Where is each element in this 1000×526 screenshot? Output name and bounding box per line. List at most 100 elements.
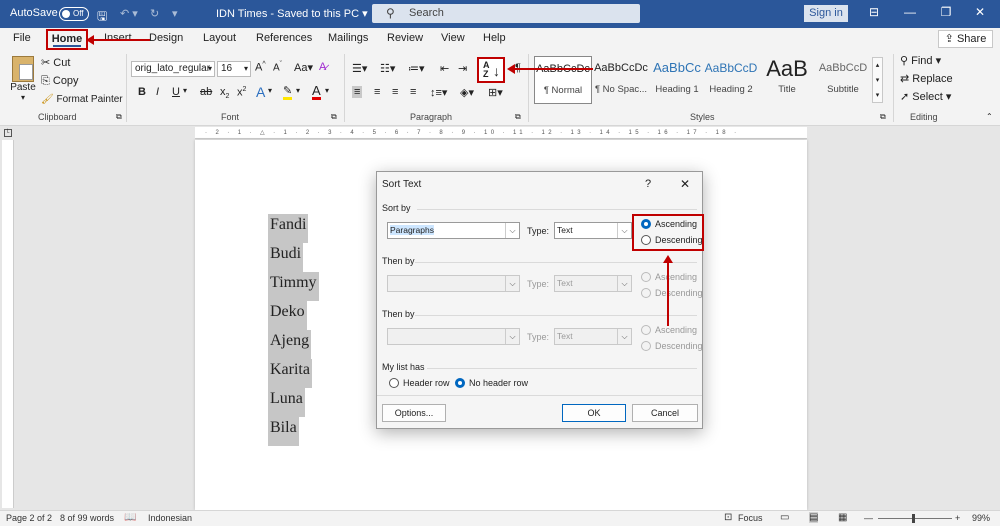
document-title[interactable]: IDN Times - Saved to this PC ▾ <box>216 7 368 20</box>
tab-file[interactable]: File <box>13 32 31 44</box>
no-header-row-radio[interactable] <box>455 378 465 388</box>
grow-font-icon[interactable]: A^ <box>255 61 266 74</box>
zoom-level[interactable]: 99% <box>972 513 990 523</box>
tab-help[interactable]: Help <box>483 32 506 44</box>
minimize-icon[interactable]: — <box>900 5 920 19</box>
read-mode-icon[interactable]: ▭ <box>780 512 789 523</box>
clipboard-launcher-icon[interactable]: ⧉ <box>116 112 122 122</box>
change-case-icon[interactable]: Aa▾ <box>294 61 313 74</box>
clear-formatting-icon[interactable]: A̷ <box>319 61 326 73</box>
paste-button[interactable]: Paste ▾ <box>9 56 37 102</box>
tab-references[interactable]: References <box>256 32 312 44</box>
web-layout-icon[interactable]: ▦ <box>838 512 847 523</box>
autosave-toggle[interactable]: Off <box>59 7 89 21</box>
select-button[interactable]: ➚ Select ▾ <box>900 90 951 103</box>
list-item[interactable]: Budi <box>268 243 304 272</box>
bold-icon[interactable]: B <box>138 86 146 98</box>
maximize-icon[interactable]: ❐ <box>936 5 956 19</box>
superscript-icon[interactable]: x2 <box>237 86 246 99</box>
tab-insert[interactable]: Insert <box>104 32 132 44</box>
then-by-ascending-radio[interactable] <box>641 272 651 282</box>
save-icon[interactable]: 🖫 <box>97 7 107 28</box>
type-select[interactable]: Text ⌵ <box>554 222 632 239</box>
list-item[interactable]: Timmy <box>268 272 319 301</box>
list-item[interactable]: Karita <box>268 359 312 388</box>
align-left-icon[interactable]: ≡ <box>352 86 363 98</box>
help-icon[interactable]: ? <box>645 178 651 190</box>
tab-view[interactable]: View <box>441 32 465 44</box>
proofing-icon[interactable]: 📖 <box>124 512 136 523</box>
text-effects-icon[interactable]: A <box>256 84 265 100</box>
undo-icon[interactable]: ↶ ▾ <box>120 7 138 20</box>
find-button[interactable]: ⚲ Find ▾ <box>900 54 941 67</box>
cut-button[interactable]: ✂ Cut <box>41 56 70 69</box>
zoom-slider-thumb[interactable] <box>912 514 915 523</box>
focus-label[interactable]: Focus <box>738 513 763 523</box>
then-by-type-select-2[interactable]: Text ⌵ <box>554 328 632 345</box>
redo-icon[interactable]: ↻ <box>150 7 159 20</box>
tab-mailings[interactable]: Mailings <box>328 32 368 44</box>
ribbon-display-icon[interactable]: ⊟ <box>864 5 884 19</box>
zoom-slider[interactable] <box>878 518 952 519</box>
style-subtitle[interactable]: AaBbCcD Subtitle <box>814 56 872 104</box>
font-color-icon[interactable]: A <box>312 84 321 100</box>
bullets-icon[interactable]: ☰▾ <box>352 62 367 75</box>
align-center-icon[interactable]: ≡ <box>374 86 380 98</box>
customize-icon[interactable]: ▾ <box>172 7 178 20</box>
then-by-descending-radio[interactable] <box>641 288 651 298</box>
italic-icon[interactable]: I <box>156 86 159 98</box>
list-item[interactable]: Luna <box>268 388 305 417</box>
then-by-descending-radio-2[interactable] <box>641 341 651 351</box>
highlight-icon[interactable]: ✎ <box>283 86 293 100</box>
close-icon[interactable]: ✕ <box>680 177 690 191</box>
subscript-icon[interactable]: x2 <box>220 86 229 100</box>
share-button[interactable]: ⇪ Share <box>938 30 993 48</box>
collapse-ribbon-icon[interactable]: ⌃ <box>986 112 993 121</box>
tab-layout[interactable]: Layout <box>203 32 236 44</box>
then-by-select-2[interactable]: ⌵ <box>387 328 520 345</box>
close-icon[interactable]: ✕ <box>970 5 990 19</box>
zoom-out-icon[interactable]: — <box>864 513 873 523</box>
style-heading-1[interactable]: AaBbCc Heading 1 <box>648 56 706 104</box>
horizontal-ruler[interactable]: · 2 · 1 · △ · 1 · 2 · 3 · 4 · 5 · 6 · 7 … <box>195 127 807 139</box>
font-size-box[interactable]: 16 ▾ <box>217 61 251 77</box>
decrease-indent-icon[interactable]: ⇤ <box>440 62 449 75</box>
style-heading-2[interactable]: AaBbCcD Heading 2 <box>702 56 760 104</box>
copy-button[interactable]: ⎘ Copy <box>41 75 79 88</box>
options-button[interactable]: Options... <box>382 404 446 422</box>
sort-button[interactable]: AZ ↓ <box>477 57 505 83</box>
ok-button[interactable]: OK <box>562 404 626 422</box>
search-box[interactable]: ⚲ Search <box>372 4 640 23</box>
replace-button[interactable]: ⇄ Replace <box>900 72 953 85</box>
print-layout-icon[interactable]: ▤ <box>809 512 819 523</box>
font-launcher-icon[interactable]: ⧉ <box>331 112 337 122</box>
tab-home[interactable]: Home <box>46 29 88 50</box>
vertical-ruler[interactable] <box>2 140 14 508</box>
styles-launcher-icon[interactable]: ⧉ <box>880 112 886 122</box>
list-item[interactable]: Fandi <box>268 214 309 243</box>
justify-icon[interactable]: ≡ <box>410 86 416 98</box>
style-normal[interactable]: AaBbCcDc¶ Normal <box>534 56 592 104</box>
then-by-type-select[interactable]: Text ⌵ <box>554 275 632 292</box>
multilevel-list-icon[interactable]: ≔▾ <box>408 62 425 75</box>
cancel-button[interactable]: Cancel <box>632 404 698 422</box>
strikethrough-icon[interactable]: ab <box>200 86 212 98</box>
header-row-radio[interactable] <box>389 378 399 388</box>
tab-design[interactable]: Design <box>149 32 183 44</box>
list-item[interactable]: Ajeng <box>268 330 312 359</box>
increase-indent-icon[interactable]: ⇥ <box>458 62 467 75</box>
tab-review[interactable]: Review <box>387 32 423 44</box>
zoom-in-icon[interactable]: + <box>955 513 960 523</box>
style-title[interactable]: AaB Title <box>758 56 816 104</box>
shading-icon[interactable]: ◈▾ <box>460 86 474 99</box>
list-item[interactable]: Deko <box>268 301 307 330</box>
word-count[interactable]: 8 of 99 words <box>60 513 114 523</box>
then-by-select[interactable]: ⌵ <box>387 275 520 292</box>
styles-scroll[interactable]: ▴ ▾ ▾ <box>872 57 883 103</box>
focus-icon[interactable]: ⊡ <box>724 512 732 523</box>
list-item[interactable]: Bila <box>268 417 299 446</box>
format-painter-button[interactable]: 🖌 Format Painter <box>41 94 123 105</box>
language[interactable]: Indonesian <box>148 513 192 523</box>
font-name-box[interactable]: orig_lato_regular ▾ <box>131 61 215 77</box>
paragraph-launcher-icon[interactable]: ⧉ <box>515 112 521 122</box>
